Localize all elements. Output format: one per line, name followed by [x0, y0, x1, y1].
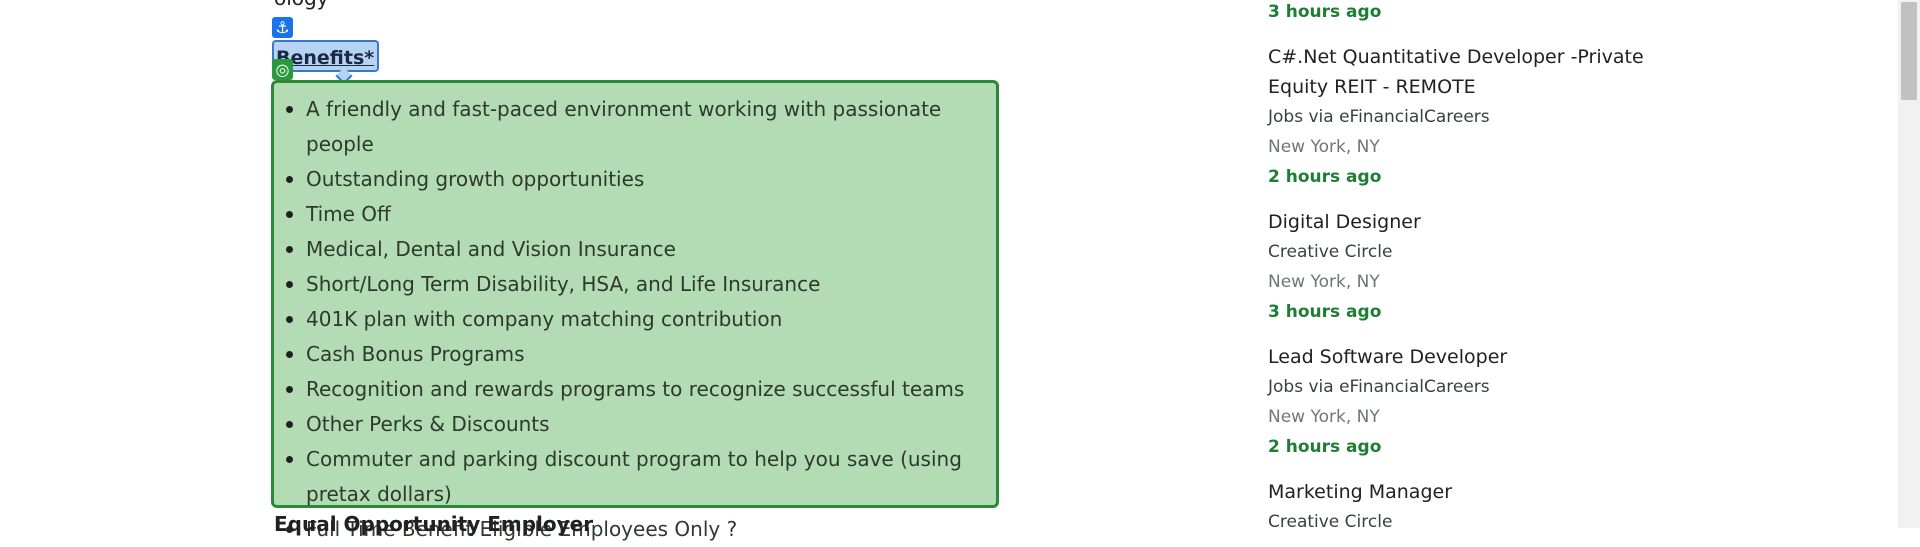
list-item: A friendly and fast-paced environment wo… [274, 92, 966, 162]
job-location: New York, NY [1268, 272, 1380, 292]
posted-time: 3 hours ago [1268, 2, 1382, 22]
list-item: Outstanding growth opportunities [274, 162, 966, 197]
target-icon[interactable]: ◎ [272, 59, 293, 80]
anchor-icon[interactable]: ⚓ [272, 17, 293, 38]
job-company: Creative Circle [1268, 242, 1393, 262]
benefits-list: A friendly and fast-paced environment wo… [274, 92, 996, 547]
job-location: New York, NY [1268, 137, 1380, 157]
job-card[interactable]: C#.Net Quantitative Developer -Private E… [1268, 42, 1648, 187]
list-item: Short/Long Term Disability, HSA, and Lif… [274, 267, 966, 302]
list-item: Other Perks & Discounts [274, 407, 966, 442]
list-item: Recognition and rewards programs to reco… [274, 372, 966, 407]
posted-time: 2 hours ago [1268, 437, 1382, 457]
list-item: Commuter and parking discount program to… [274, 442, 966, 512]
job-title[interactable]: Marketing Manager [1268, 477, 1648, 507]
job-card[interactable]: Marketing Manager Creative Circle [1268, 477, 1648, 532]
job-company: Jobs via eFinancialCareers [1268, 377, 1490, 397]
job-card[interactable]: Digital Designer Creative Circle New Yor… [1268, 207, 1648, 322]
job-title[interactable]: C#.Net Quantitative Developer -Private E… [1268, 42, 1648, 102]
job-title[interactable]: Lead Software Developer [1268, 342, 1648, 372]
list-item: 401K plan with company matching contribu… [274, 302, 966, 337]
list-item: Medical, Dental and Vision Insurance [274, 232, 966, 267]
posted-time: 2 hours ago [1268, 167, 1382, 187]
job-card[interactable]: Lead Software Developer Jobs via eFinanc… [1268, 342, 1648, 457]
list-item: Cash Bonus Programs [274, 337, 966, 372]
job-title[interactable]: Digital Designer [1268, 207, 1648, 237]
job-company: Jobs via eFinancialCareers [1268, 107, 1490, 127]
list-item: Time Off [274, 197, 966, 232]
job-company: Creative Circle [1268, 512, 1393, 532]
section-heading: Equal Opportunity Employer [274, 512, 594, 536]
benefits-list-highlight[interactable]: A friendly and fast-paced environment wo… [271, 80, 999, 541]
posted-time: 3 hours ago [1268, 302, 1382, 322]
scrollbar-thumb[interactable] [1901, 2, 1917, 100]
clipped-previous-text: ology [274, 0, 329, 10]
job-location: New York, NY [1268, 407, 1380, 427]
